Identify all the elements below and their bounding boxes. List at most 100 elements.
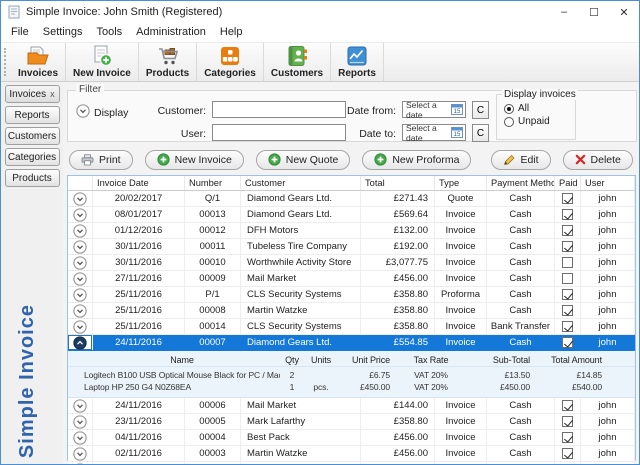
column-header-payment-method[interactable]: Payment Method — [487, 176, 555, 190]
paid-checkbox[interactable] — [562, 257, 573, 268]
expand-row-button[interactable] — [73, 191, 87, 206]
column-header-total[interactable]: Total — [361, 176, 435, 190]
sidebar-tab-products[interactable]: Products — [4, 169, 60, 187]
paid-checkbox[interactable] — [562, 448, 573, 459]
expand-row-button[interactable] — [73, 271, 87, 286]
radio-option-all[interactable]: All — [504, 103, 575, 114]
line-item-tax: VAT 20% — [414, 382, 448, 392]
display-toggle-button[interactable]: Display — [76, 104, 128, 121]
new-proforma-button[interactable]: New Proforma — [362, 149, 472, 170]
paid-checkbox[interactable] — [562, 321, 573, 332]
close-button[interactable]: ✕ — [609, 1, 639, 23]
action-button-label: New Proforma — [392, 153, 460, 166]
invoice-row[interactable]: 30/11/2016 00011 Tubeless Tire Company £192… — [68, 239, 635, 255]
paid-checkbox[interactable] — [562, 241, 573, 252]
invoice-row[interactable]: 24/11/2016 00006 Mail Market £144.00 Invoice… — [68, 398, 635, 414]
expand-row-button[interactable] — [73, 430, 87, 445]
invoice-number-cell: 00005 — [185, 414, 241, 429]
invoice-row[interactable]: 08/01/2017 00013 Diamond Gears Ltd. £569.64… — [68, 207, 635, 223]
expand-row-button[interactable] — [73, 255, 87, 270]
paid-checkbox[interactable] — [562, 209, 573, 220]
toolbar-invoices-button[interactable]: Invoices — [11, 43, 67, 81]
column-header-invoice-date[interactable]: Invoice Date — [93, 176, 185, 190]
paid-checkbox[interactable] — [562, 337, 573, 348]
expand-row-button[interactable] — [73, 446, 87, 461]
column-header-user[interactable]: User — [581, 176, 635, 190]
paid-checkbox[interactable] — [562, 416, 573, 427]
expand-row-button[interactable] — [73, 414, 87, 429]
paid-checkbox[interactable] — [562, 289, 573, 300]
expand-row-button[interactable] — [73, 207, 87, 222]
radio-option-unpaid[interactable]: Unpaid — [504, 116, 575, 127]
paid-checkbox[interactable] — [562, 305, 573, 316]
invoice-row[interactable]: 27/11/2016 00009 Mail Market £456.00 Invoice… — [68, 271, 635, 287]
invoice-row[interactable]: 25/11/2016 00008 Martin Watzke £358.80 Invoi… — [68, 303, 635, 319]
delete-button[interactable]: Delete — [562, 149, 633, 170]
toolbar-categories-button[interactable]: Categories — [197, 43, 264, 81]
user-input[interactable] — [212, 124, 346, 141]
paid-checkbox[interactable] — [562, 432, 573, 443]
edit-button[interactable]: Edit — [491, 149, 551, 170]
collapse-row-button[interactable] — [73, 335, 87, 350]
maximize-button[interactable]: ☐ — [579, 1, 609, 23]
expand-row-button[interactable] — [73, 239, 87, 254]
menu-item-help[interactable]: Help — [213, 23, 250, 42]
expand-cell — [68, 271, 93, 286]
expand-row-button[interactable] — [73, 398, 87, 413]
date-to-field[interactable]: Select a date 15 — [402, 123, 466, 143]
column-header-number[interactable]: Number — [185, 176, 241, 190]
calendar-icon[interactable]: 15 — [451, 126, 463, 140]
customer-cell: CLS Security Systems — [241, 319, 361, 334]
expand-cell — [68, 303, 93, 318]
calendar-icon[interactable]: 15 — [451, 103, 463, 117]
invoice-row[interactable]: 30/11/2016 00010 Worthwhile Activity Store… — [68, 255, 635, 271]
toolbar-new-invoice-button[interactable]: New Invoice — [66, 43, 139, 81]
sidebar-tab-invoices[interactable]: Invoices x — [4, 85, 60, 103]
sidebar-tab-categories[interactable]: Categories — [4, 148, 60, 166]
invoice-row[interactable]: 20/02/2017 Q/1 Diamond Gears Ltd. £271.43 Qu… — [68, 191, 635, 207]
date-from-field[interactable]: Select a date 15 — [402, 100, 466, 120]
new-quote-button[interactable]: New Quote — [255, 149, 351, 170]
invoice-row[interactable]: 25/11/2016 P/1 CLS Security Systems £358.80… — [68, 287, 635, 303]
print-button[interactable]: Print — [69, 149, 133, 170]
invoice-row[interactable]: 24/11/2016 00007 Diamond Gears Ltd. £554.85… — [68, 335, 635, 351]
line-item-tax: VAT 20% — [414, 370, 448, 380]
column-header-customer[interactable]: Customer — [241, 176, 361, 190]
tab-close-icon[interactable]: x — [50, 89, 55, 99]
minimize-button[interactable]: – — [549, 1, 579, 23]
invoice-row[interactable]: 01/12/2016 00012 DFH Motors £132.00 Invoice C… — [68, 223, 635, 239]
menu-item-administration[interactable]: Administration — [129, 23, 213, 42]
column-header-type[interactable]: Type — [435, 176, 487, 190]
invoice-row[interactable]: 25/11/2016 00014 CLS Security Systems £358.… — [68, 319, 635, 335]
customers-book-icon — [285, 44, 309, 68]
paid-checkbox[interactable] — [562, 193, 573, 204]
menu-item-tools[interactable]: Tools — [89, 23, 129, 42]
expand-row-button[interactable] — [73, 223, 87, 238]
toolbar-grip[interactable] — [4, 48, 9, 76]
toolbar-products-button[interactable]: Products — [139, 43, 198, 81]
invoice-row[interactable]: 04/11/2016 00004 Best Pack £456.00 Invoice Ca… — [68, 430, 635, 446]
paid-checkbox[interactable] — [562, 400, 573, 411]
invoice-row[interactable]: 02/11/2016 00003 Martin Watzke £456.00 Invoi… — [68, 446, 635, 462]
sidebar-tab-customers[interactable]: Customers — [4, 127, 60, 145]
paid-checkbox[interactable] — [562, 273, 573, 284]
payment-method-cell: Cash — [487, 271, 555, 286]
sidebar-tab-reports[interactable]: Reports — [4, 106, 60, 124]
toolbar-customers-button[interactable]: Customers — [264, 43, 332, 81]
paid-checkbox[interactable] — [562, 225, 573, 236]
expand-row-button[interactable] — [73, 287, 87, 302]
customer-input[interactable] — [212, 101, 346, 118]
new-invoice-button[interactable]: New Invoice — [144, 149, 244, 170]
invoice-row[interactable]: 23/11/2016 00005 Mark Lafarthy £358.80 Invoi… — [68, 414, 635, 430]
clear-date-from-button[interactable]: C — [472, 101, 489, 119]
total-cell: £358.80 — [361, 319, 435, 334]
clear-date-to-button[interactable]: C — [472, 124, 489, 142]
line-item-price: £6.75 — [369, 370, 390, 380]
expand-row-button[interactable] — [73, 303, 87, 318]
menu-item-settings[interactable]: Settings — [36, 23, 90, 42]
toolbar-reports-button[interactable]: Reports — [331, 43, 384, 81]
menu-item-file[interactable]: File — [4, 23, 36, 42]
column-header-paid[interactable]: Paid — [555, 176, 581, 190]
expand-row-button[interactable] — [73, 319, 87, 334]
paid-cell — [555, 255, 581, 270]
